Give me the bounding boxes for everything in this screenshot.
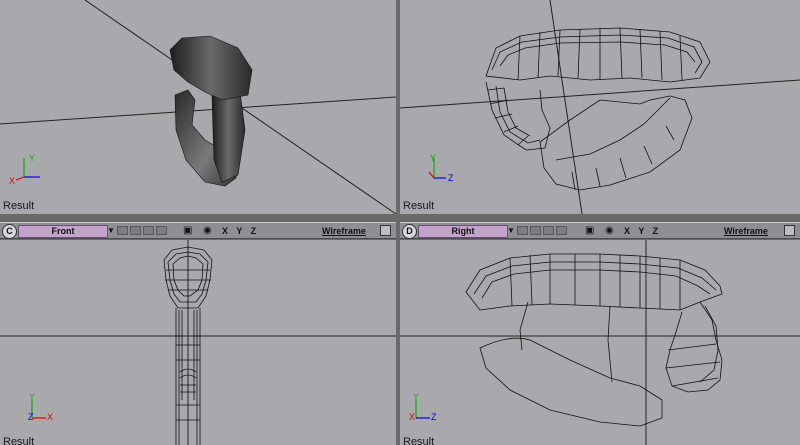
maximize-icon[interactable] [784,225,795,236]
axis-gizmo [15,158,40,181]
dropdown-arrow-icon[interactable]: ▼ [507,225,515,236]
viewport-top-right[interactable]: Y Z Result [400,0,800,214]
eye-icon[interactable]: ◉ [203,224,212,238]
layer-slot[interactable] [543,226,554,235]
layer-slot[interactable] [156,226,167,235]
gizmo-x-label: X [409,412,416,422]
handle-side-wireframe [465,253,723,427]
viewport-bottom-left[interactable]: Y Z X Result [0,240,396,445]
gizmo-z-label: Z [431,412,437,422]
maximize-icon[interactable] [380,225,391,236]
perspective-scene [0,0,396,214]
axes-toggle[interactable]: X Y Z [222,224,259,238]
axis-gizmo [31,400,46,419]
viewport-result-label: Result [3,200,35,212]
shading-mode[interactable]: Wireframe [322,224,366,238]
view-select[interactable]: Right [418,225,508,238]
viewport-result-label: Result [403,436,435,445]
camera-icon[interactable]: ▣ [585,224,594,238]
viewport-result-label: Result [403,200,435,212]
dropdown-arrow-icon[interactable]: ▼ [107,225,115,236]
layer-slot[interactable] [517,226,528,235]
handle-top-mesh [169,35,253,101]
gizmo-x-label: X [9,176,16,186]
handle-wireframe [485,27,711,191]
side-wireframe-scene [400,240,800,445]
viewport-toolbar-right: D Right ▼ ▣ ◉ X Y Z Wireframe [400,222,800,239]
gizmo-y-label: Y [29,392,36,402]
layer-slot[interactable] [556,226,567,235]
gizmo-y-label: Y [413,392,420,402]
layer-slot[interactable] [530,226,541,235]
gizmo-z-label: Z [448,173,454,183]
viewport-badge[interactable]: C [2,224,17,239]
gizmo-x-label: X [47,412,54,422]
viewport-badge[interactable]: D [402,224,417,239]
gizmo-y-label: Y [430,153,437,163]
layer-slots [517,226,567,235]
layer-slot[interactable] [143,226,154,235]
gizmo-y-label: Y [29,153,36,163]
axes-toggle[interactable]: X Y Z [624,224,661,238]
layer-slot[interactable] [130,226,141,235]
view-select[interactable]: Front [18,225,108,238]
shading-mode[interactable]: Wireframe [724,224,768,238]
eye-icon[interactable]: ◉ [605,224,614,238]
viewport-top-left[interactable]: Y X Result [0,0,396,214]
layer-slot[interactable] [117,226,128,235]
viewport-toolbar-front: C Front ▼ ▣ ◉ X Y Z Wireframe [0,222,396,239]
camera-icon[interactable]: ▣ [183,224,192,238]
handle-grip-mesh [211,91,246,183]
viewport-bottom-right[interactable]: Y X Z Result [400,240,800,445]
ground-grid-line [400,79,800,109]
viewport-result-label: Result [3,436,35,445]
ground-grid-line [0,96,396,125]
axis-gizmo [415,400,430,419]
gizmo-z-label: Z [28,412,34,422]
layer-slots [117,226,167,235]
